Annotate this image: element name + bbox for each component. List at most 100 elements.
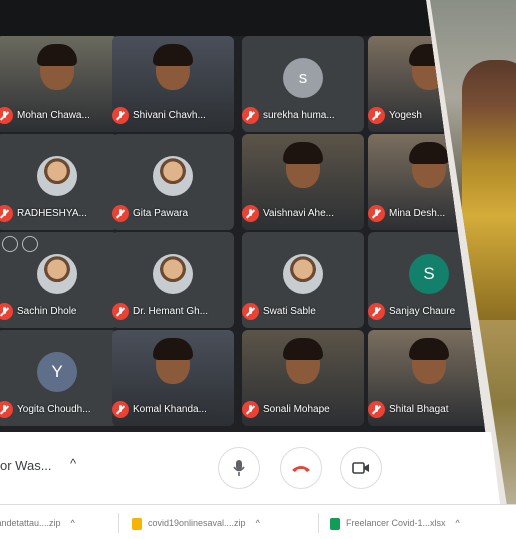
- participant-tile[interactable]: Swati Sable: [242, 232, 364, 328]
- participant-name-text: Sanjay Chaure: [389, 306, 456, 318]
- mic-off-icon: [112, 303, 129, 320]
- participant-hair: [283, 338, 323, 360]
- camera-button[interactable]: [340, 447, 382, 489]
- participant-tile[interactable]: Shital Bhagat: [368, 330, 490, 426]
- mic-off-icon: [368, 205, 385, 222]
- divider: [318, 513, 319, 533]
- mic-off-icon: [242, 401, 259, 418]
- participant-hair: [409, 338, 449, 360]
- participant-hair: [153, 44, 193, 66]
- participant-name: RADHESHYA...: [0, 205, 118, 223]
- download-name: vandetattau....zip: [0, 518, 61, 528]
- zip-file-icon: [132, 517, 142, 530]
- participant-name-text: Shital Bhagat: [389, 404, 449, 416]
- participant-hair: [37, 44, 77, 66]
- chevron-up-icon[interactable]: ^: [456, 518, 460, 528]
- participant-tile[interactable]: Sachin Dhole: [0, 232, 118, 328]
- participant-tile[interactable]: s surekha huma...: [242, 36, 364, 132]
- mic-off-icon: [242, 107, 259, 124]
- participant-name: Mohan Chawa...: [0, 107, 118, 125]
- avatar: [37, 156, 77, 196]
- meeting-title[interactable]: or Was...: [0, 458, 52, 473]
- participant-name: Dr. Hemant Gh...: [112, 303, 234, 321]
- participant-name: Komal Khanda...: [112, 401, 234, 419]
- mic-icon: [233, 459, 245, 476]
- participant-tile[interactable]: RADHESHYA...: [0, 134, 118, 230]
- participant-hair: [409, 142, 449, 164]
- participant-name-text: Yogita Choudh...: [17, 404, 91, 416]
- participant-tile[interactable]: Vaishnavi Ahe...: [242, 134, 364, 230]
- avatar: Y: [37, 352, 77, 392]
- avatar: [37, 254, 77, 294]
- chevron-up-icon[interactable]: ^: [256, 518, 260, 528]
- download-item[interactable]: vandetattau....zip ^: [0, 513, 75, 533]
- chevron-up-icon[interactable]: ^: [70, 456, 76, 471]
- avatar: [153, 156, 193, 196]
- mic-off-icon: [242, 205, 259, 222]
- participant-name: Swati Sable: [242, 303, 364, 321]
- download-name: Freelancer Covid-1...xlsx: [346, 518, 446, 528]
- remove-icon[interactable]: [22, 236, 38, 252]
- participant-hair: [283, 142, 323, 164]
- participant-name-text: Sonali Mohape: [263, 404, 330, 416]
- mic-off-icon: [0, 107, 13, 124]
- end-call-button[interactable]: [280, 447, 322, 489]
- participant-name: Gita Pawara: [112, 205, 234, 223]
- control-bar: or Was... ^: [0, 432, 500, 504]
- participant-tile[interactable]: Mohan Chawa...: [0, 36, 118, 132]
- participant-name: Shivani Chavh...: [112, 107, 234, 125]
- mic-off-icon: [368, 107, 385, 124]
- download-name: covid19onlinesaval....zip: [148, 518, 246, 528]
- pin-icon[interactable]: [2, 236, 18, 252]
- participant-tile[interactable]: Shivani Chavh...: [112, 36, 234, 132]
- participant-tile[interactable]: Dr. Hemant Gh...: [112, 232, 234, 328]
- participant-name: Sanjay Chaure: [368, 303, 490, 321]
- download-item[interactable]: covid19onlinesaval....zip ^: [132, 513, 260, 533]
- participant-tile[interactable]: Y Yogita Choudh...: [0, 330, 118, 426]
- participant-name-text: Shivani Chavh...: [133, 110, 206, 122]
- participant-tile[interactable]: Komal Khanda...: [112, 330, 234, 426]
- tile-hover-controls[interactable]: [2, 236, 38, 252]
- participant-tile[interactable]: Sonali Mohape: [242, 330, 364, 426]
- participant-tile[interactable]: Gita Pawara: [112, 134, 234, 230]
- participant-name-text: Sachin Dhole: [17, 306, 77, 318]
- divider: [118, 513, 119, 533]
- avatar: [153, 254, 193, 294]
- participant-name: Shital Bhagat: [368, 401, 490, 419]
- participant-name: Yogita Choudh...: [0, 401, 118, 419]
- mic-off-icon: [242, 303, 259, 320]
- download-item[interactable]: Freelancer Covid-1...xlsx ^: [330, 513, 460, 533]
- mic-off-icon: [112, 107, 129, 124]
- xlsx-file-icon: [330, 517, 340, 530]
- participant-hair: [153, 338, 193, 360]
- participant-name: Vaishnavi Ahe...: [242, 205, 364, 223]
- avatar: S: [409, 254, 449, 294]
- participant-name-text: Gita Pawara: [133, 208, 189, 220]
- participant-name: Sonali Mohape: [242, 401, 364, 419]
- mic-off-icon: [0, 303, 13, 320]
- participant-name-text: Swati Sable: [263, 306, 316, 318]
- screen-photo: Mohan Chawa... Shivani Chavh... s surekha h…: [0, 0, 516, 539]
- participant-name-text: Mina Desh...: [389, 208, 446, 220]
- avatar: s: [283, 58, 323, 98]
- person-photo: [462, 60, 516, 320]
- participant-name-text: Vaishnavi Ahe...: [263, 208, 334, 220]
- downloads-bar: vandetattau....zip ^ covid19onlinesaval..…: [0, 504, 516, 539]
- participant-name-text: Mohan Chawa...: [17, 110, 90, 122]
- mic-off-icon: [368, 303, 385, 320]
- chevron-up-icon[interactable]: ^: [71, 518, 75, 528]
- participant-name-text: Yogesh: [389, 110, 422, 122]
- mic-off-icon: [112, 401, 129, 418]
- mic-off-icon: [368, 401, 385, 418]
- mic-off-icon: [0, 205, 13, 222]
- participant-name-text: surekha huma...: [263, 110, 335, 122]
- participant-name: Sachin Dhole: [0, 303, 118, 321]
- mic-off-icon: [112, 205, 129, 222]
- participant-name-text: Komal Khanda...: [133, 404, 207, 416]
- participant-name-text: Dr. Hemant Gh...: [133, 306, 209, 318]
- participant-name-text: RADHESHYA...: [17, 208, 87, 220]
- camera-icon: [352, 461, 369, 474]
- mic-button[interactable]: [218, 447, 260, 489]
- avatar: [283, 254, 323, 294]
- end-call-icon: [292, 465, 310, 472]
